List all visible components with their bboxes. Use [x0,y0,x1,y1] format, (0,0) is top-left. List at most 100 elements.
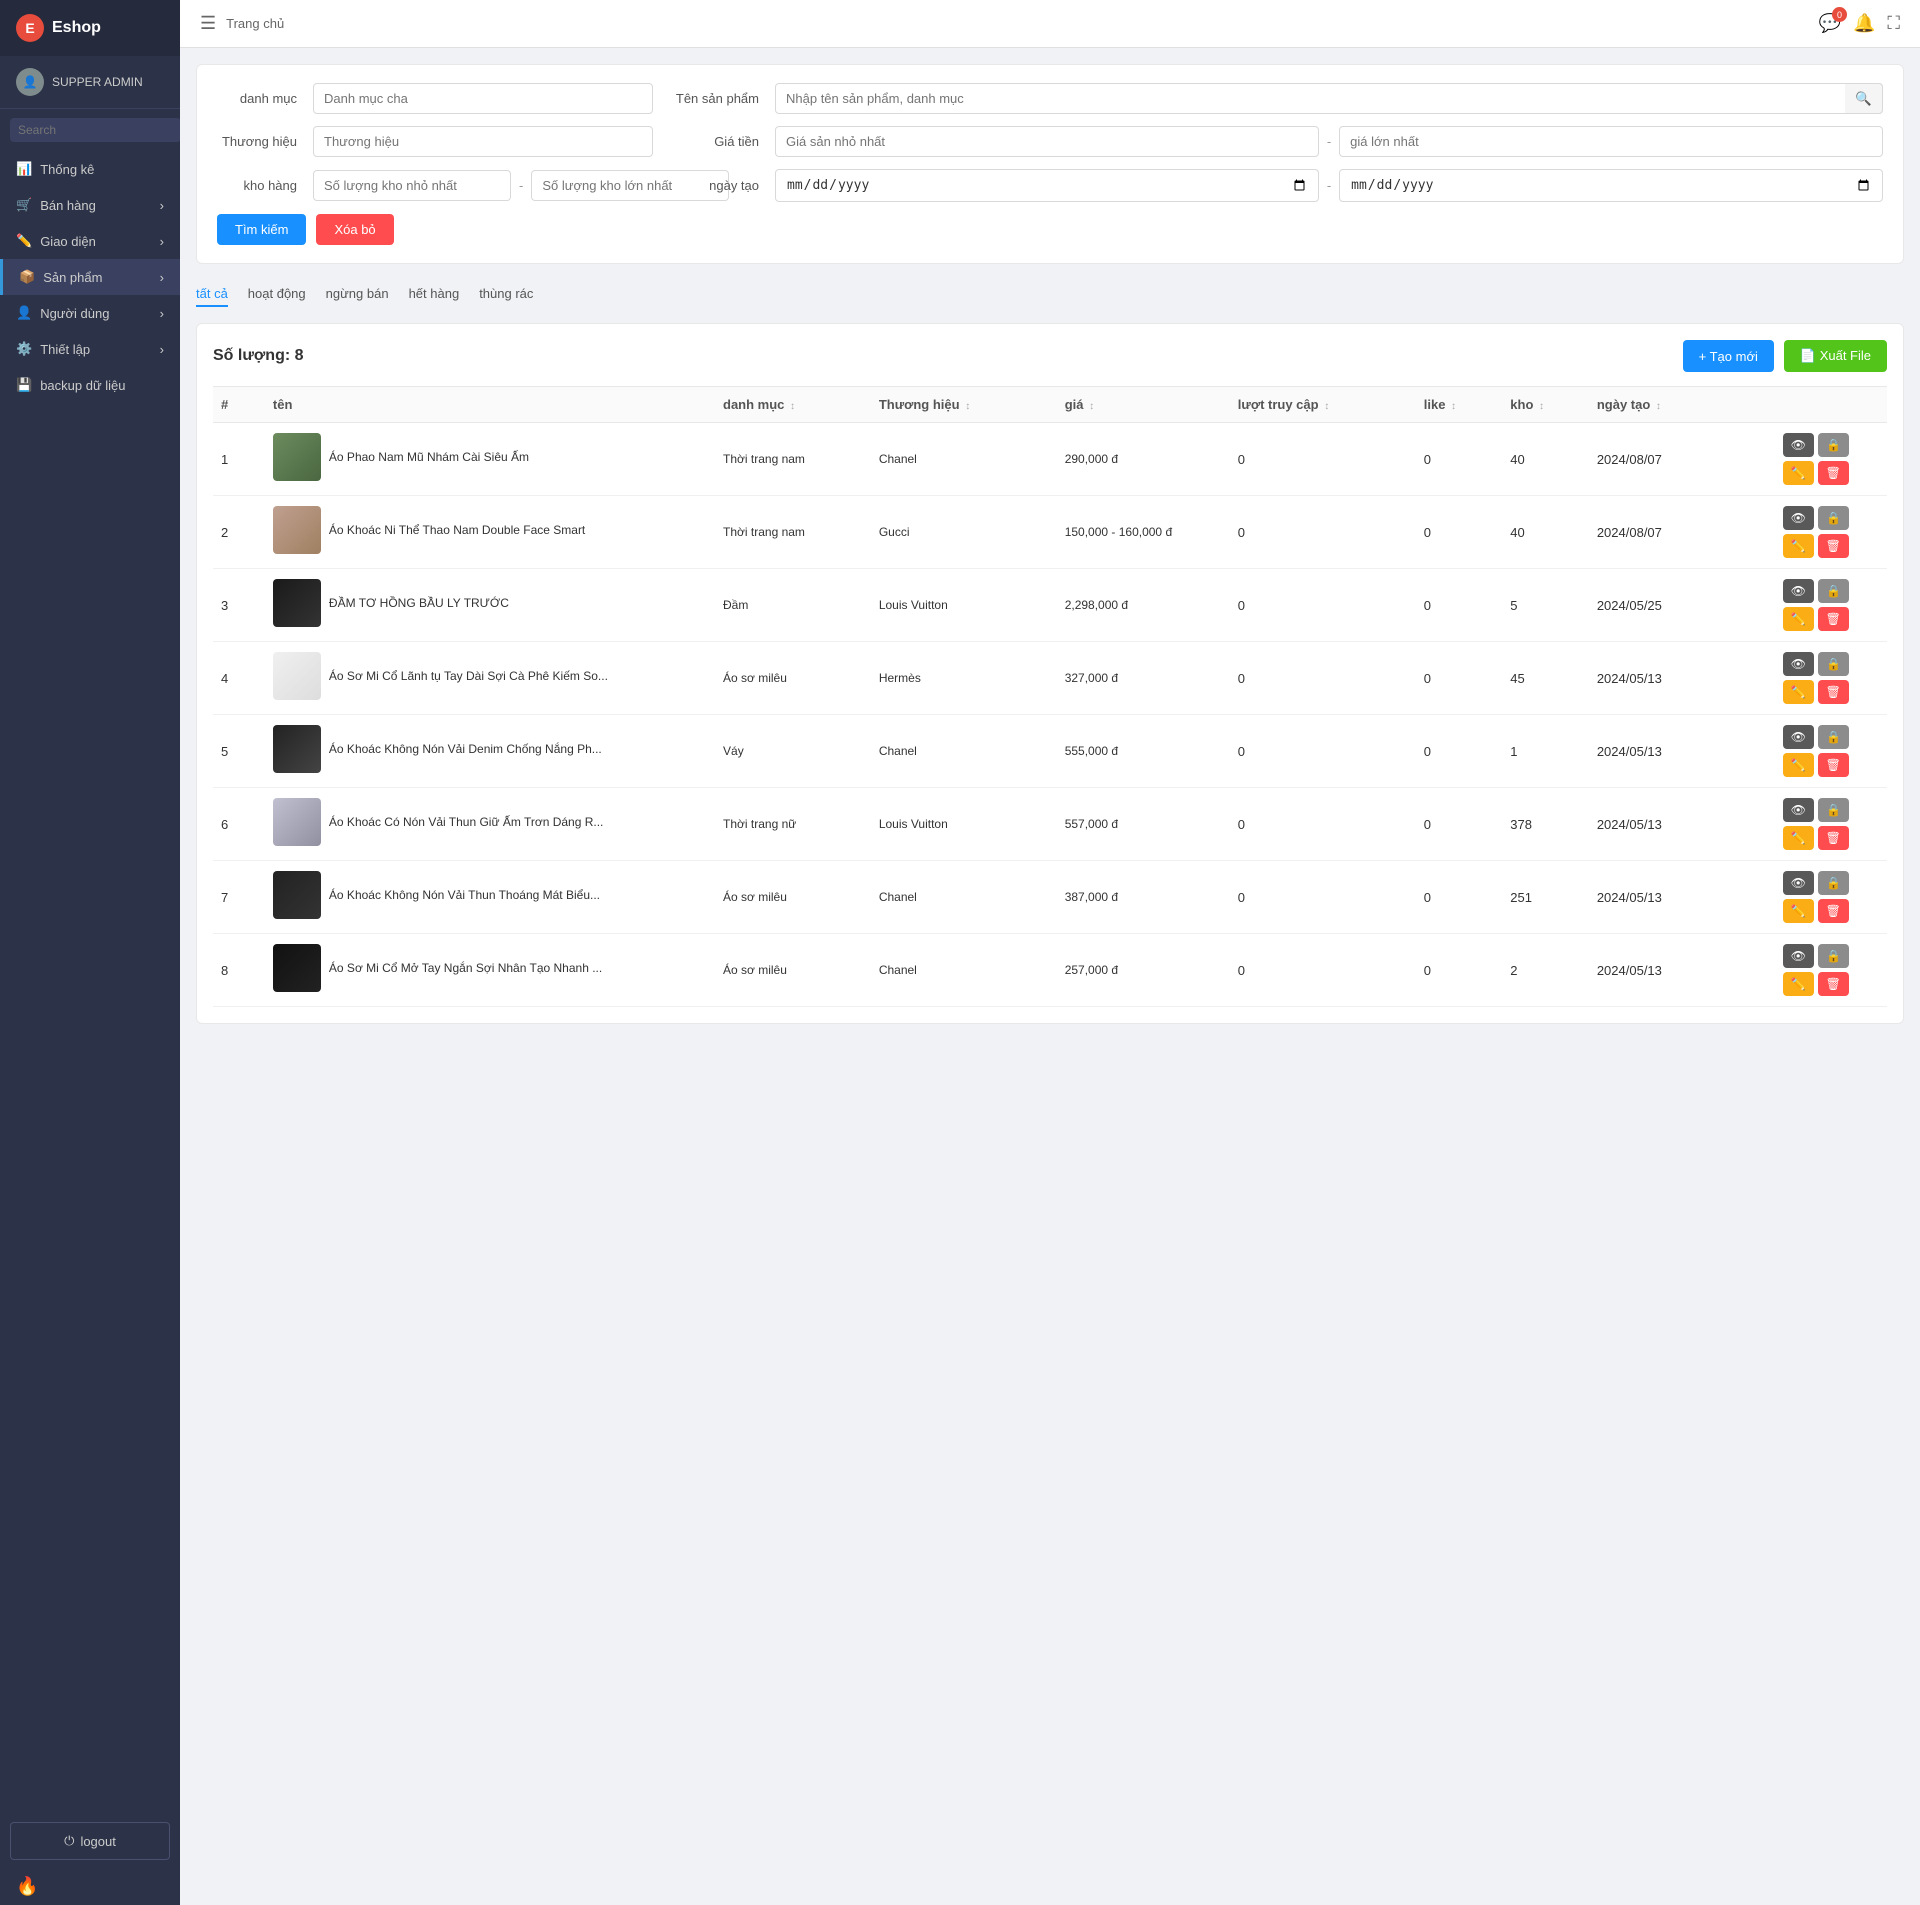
sidebar-item-nguoi-dung[interactable]: 👤 Người dùng › [0,295,180,331]
lock-button[interactable]: 🔒 [1818,871,1849,895]
lock-button[interactable]: 🔒 [1818,798,1849,822]
view-button[interactable]: 👁 [1783,725,1814,749]
sidebar-item-giao-dien[interactable]: ✏️ Giao diện › [0,223,180,259]
edit-button[interactable]: ✏️ [1783,972,1814,996]
cell-brand: Chanel [871,861,1057,934]
product-image [273,871,321,919]
ten-sp-search-button[interactable]: 🔍 [1845,83,1883,114]
kho-hang-label: kho hàng [217,178,297,193]
edit-button[interactable]: ✏️ [1783,753,1814,777]
tab-tat-ca[interactable]: tất cả [196,282,228,307]
delete-button[interactable]: 🗑 [1818,607,1849,631]
view-button[interactable]: 👁 [1783,433,1814,457]
delete-button[interactable]: 🗑 [1818,461,1849,485]
action-buttons: 👁 🔒 ✏️ 🗑 [1753,944,1879,996]
product-image [273,579,321,627]
clear-button[interactable]: Xóa bỏ [316,214,393,245]
sidebar-item-thiet-lap[interactable]: ⚙️ Thiết lập › [0,331,180,367]
delete-button[interactable]: 🗑 [1818,899,1849,923]
tabs: tất cả hoạt động ngừng bán hết hàng thùn… [196,278,1904,311]
cell-category: Áo sơ milêu [715,934,871,1007]
sidebar-item-san-pham[interactable]: 📦 Sản phẩm › [0,259,180,295]
ten-sp-input[interactable] [775,83,1883,114]
tab-het-hang[interactable]: hết hàng [409,282,460,307]
hamburger-icon[interactable]: ☰ [200,13,216,34]
chevron-right-icon: › [160,342,164,357]
edit-button[interactable]: ✏️ [1783,607,1814,631]
lock-button[interactable]: 🔒 [1818,506,1849,530]
chevron-right-icon: › [160,234,164,249]
cell-views: 0 [1230,934,1416,1007]
product-name: Áo Phao Nam Mũ Nhám Cài Siêu Ấm [329,450,529,464]
ngay-min-input[interactable] [775,169,1319,202]
edit-button[interactable]: ✏️ [1783,461,1814,485]
delete-button[interactable]: 🗑 [1818,826,1849,850]
col-header-kho: kho ↕ [1502,387,1589,423]
filter-actions: Tìm kiếm Xóa bỏ [217,214,1883,245]
view-button[interactable]: 👁 [1783,652,1814,676]
filter-row-3: kho hàng - ngày tạo - [217,169,1883,202]
tab-hoat-dong[interactable]: hoạt động [248,282,306,307]
export-button[interactable]: 📄 Xuất File [1784,340,1887,372]
cell-actions: 👁 🔒 ✏️ 🗑 [1745,642,1887,715]
table-panel: Số lượng: 8 + Tạo mới 📄 Xuất File # tên … [196,323,1904,1024]
cell-views: 0 [1230,788,1416,861]
logout-button[interactable]: ⏻ logout [10,1822,170,1860]
cell-num: 2 [213,496,265,569]
sidebar-item-label: Sản phẩm [43,270,102,285]
product-name: Áo Khoác Không Nón Vải Thun Thoáng Mát B… [329,888,600,902]
delete-button[interactable]: 🗑 [1818,753,1849,777]
cell-price: 555,000 đ [1057,715,1230,788]
fullscreen-icon[interactable]: ⛶ [1887,13,1900,34]
sidebar-item-ban-hang[interactable]: 🛒 Bán hàng › [0,187,180,223]
kho-dash: - [519,178,523,193]
sidebar-item-backup[interactable]: 💾 backup dữ liệu [0,367,180,403]
product-image [273,725,321,773]
danh-muc-input[interactable] [313,83,653,114]
view-button[interactable]: 👁 [1783,871,1814,895]
sidebar-item-thong-ke[interactable]: 📊 Thống kê [0,151,180,187]
lock-button[interactable]: 🔒 [1818,652,1849,676]
action-buttons: 👁 🔒 ✏️ 🗑 [1753,506,1879,558]
search-input[interactable] [10,118,180,142]
view-button[interactable]: 👁 [1783,579,1814,603]
lock-button[interactable]: 🔒 [1818,725,1849,749]
view-button[interactable]: 👁 [1783,944,1814,968]
edit-button[interactable]: ✏️ [1783,899,1814,923]
app-name: Eshop [52,19,101,37]
cell-brand: Hermès [871,642,1057,715]
delete-button[interactable]: 🗑 [1818,534,1849,558]
ten-sp-label: Tên sản phẩm [669,91,759,106]
edit-button[interactable]: ✏️ [1783,826,1814,850]
tab-thung-rac[interactable]: thùng rác [479,282,533,307]
gia-max-input[interactable] [1339,126,1883,157]
lock-button[interactable]: 🔒 [1818,433,1849,457]
cell-price: 327,000 đ [1057,642,1230,715]
col-header-brand: Thương hiệu ↕ [871,387,1057,423]
cell-img-name: ĐẦM TƠ HỒNG BẦU LY TRƯỚC [265,569,715,637]
create-new-button[interactable]: + Tạo mới [1683,340,1774,372]
delete-button[interactable]: 🗑 [1818,680,1849,704]
gia-min-input[interactable] [775,126,1319,157]
lock-button[interactable]: 🔒 [1818,944,1849,968]
notification-icon[interactable]: 🔔 [1853,13,1875,34]
cell-kho: 45 [1502,642,1589,715]
main-area: ☰ Trang chủ 💬 0 🔔 ⛶ danh mục Tên sản phẩ… [180,0,1920,1905]
search-button[interactable]: Tìm kiếm [217,214,306,245]
view-button[interactable]: 👁 [1783,506,1814,530]
table-row: 3 ĐẦM TƠ HỒNG BẦU LY TRƯỚC Đầm Louis Vui… [213,569,1887,642]
thong-ke-icon: 📊 [16,161,32,177]
cell-num: 1 [213,423,265,496]
kho-min-input[interactable] [313,170,511,201]
table-row: 5 Áo Khoác Không Nón Vải Denim Chống Nắn… [213,715,1887,788]
thuong-hieu-input[interactable] [313,126,653,157]
edit-button[interactable]: ✏️ [1783,534,1814,558]
username-label: SUPPER ADMIN [52,75,143,89]
edit-button[interactable]: ✏️ [1783,680,1814,704]
ngay-max-input[interactable] [1339,169,1883,202]
delete-button[interactable]: 🗑 [1818,972,1849,996]
lock-button[interactable]: 🔒 [1818,579,1849,603]
tab-ngung-ban[interactable]: ngừng bán [326,282,389,307]
message-icon[interactable]: 💬 0 [1819,13,1841,34]
view-button[interactable]: 👁 [1783,798,1814,822]
